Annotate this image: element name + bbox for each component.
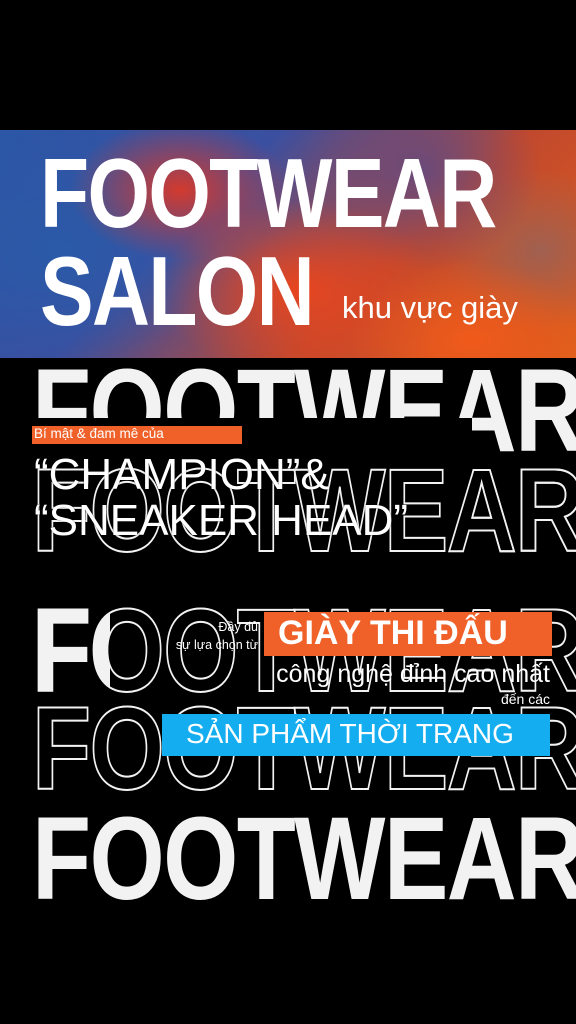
highlight-fashion-products: SẢN PHẨM THỜI TRANG <box>162 714 550 756</box>
quote-champion: “CHAMPION”& <box>34 450 330 499</box>
feature-intro-1: Đầy đủ <box>218 620 258 634</box>
hero-subtitle: khu vực giày <box>342 290 518 325</box>
feature-intro-2: sự lựa chọn từ <box>175 638 258 652</box>
tagline-label: Bí mật & đam mê của <box>34 426 164 441</box>
highlight-competition-text: GIÀY THI ĐẤU <box>278 614 508 652</box>
highlight-competition-shoes: GIÀY THI ĐẤU <box>264 612 552 656</box>
hero-banner: FOOTWEAR SALON khu vực giày <box>0 130 576 358</box>
feature-tech-line: công nghệ đỉnh cao nhất <box>276 660 550 688</box>
highlight-fashion-text: SẢN PHẨM THỜI TRANG <box>186 718 514 749</box>
feature-to-line: đến các <box>500 691 550 707</box>
ghost-word-solid-3: FOOTWEAR <box>32 793 576 925</box>
quote-sneaker-head: “SNEAKER HEAD” <box>34 496 409 545</box>
tagline-label-badge: Bí mật & đam mê của <box>32 426 242 444</box>
hero-title-line1: FOOTWEAR <box>40 138 497 248</box>
hero-title-line2: SALON <box>40 236 315 346</box>
